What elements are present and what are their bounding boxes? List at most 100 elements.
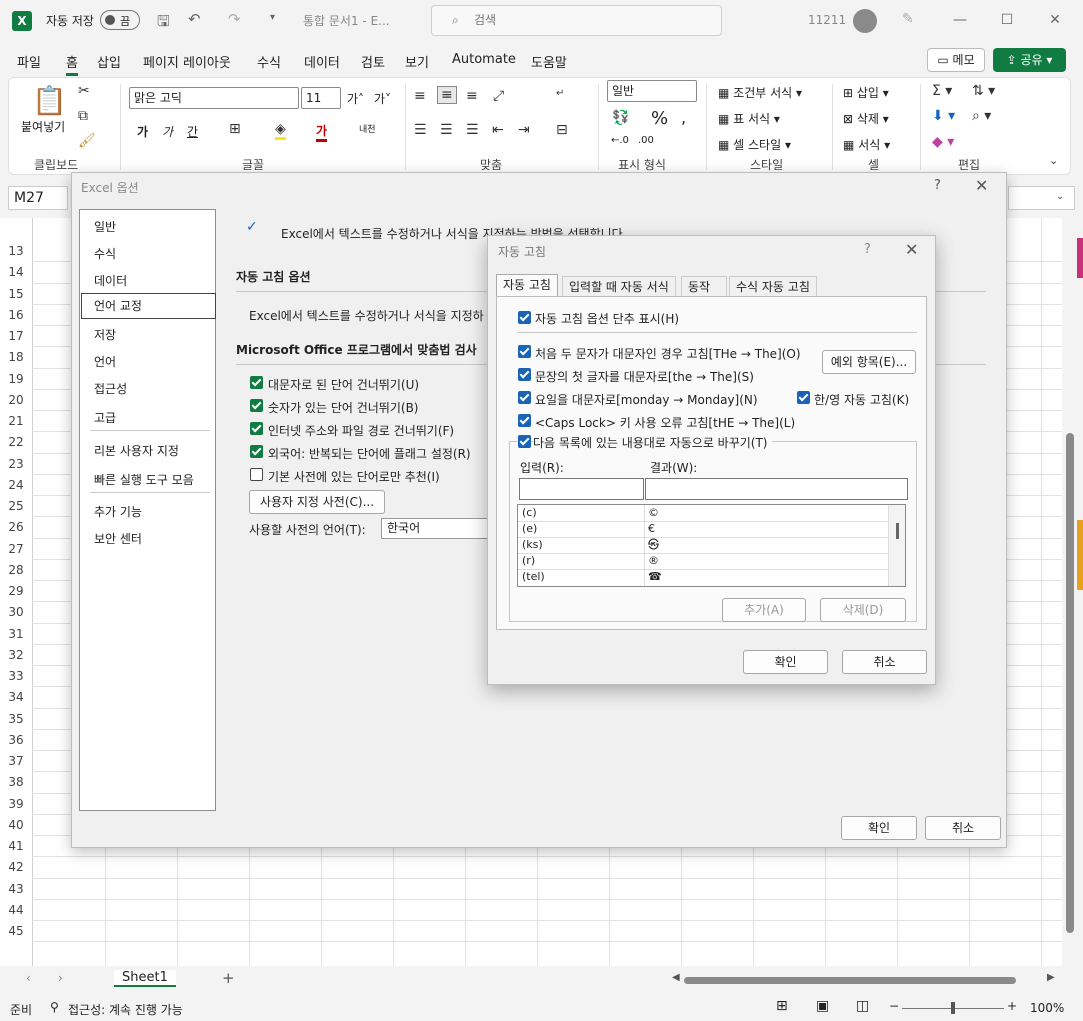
save-icon[interactable]: 🖫	[157, 11, 170, 36]
format-cells-button[interactable]: ▦ 서식 ▾	[843, 136, 890, 153]
insert-cells-button[interactable]: ⊞ 삽입 ▾	[843, 84, 889, 101]
bold-icon[interactable]: 가	[137, 123, 148, 140]
autosave-control[interactable]: 자동 저장 끔	[46, 10, 140, 30]
align-middle-icon[interactable]: ≡	[437, 86, 457, 104]
row-header[interactable]: 45	[0, 924, 32, 938]
search-box[interactable]: ⌕ 검색	[431, 5, 722, 36]
copy-icon[interactable]: ⧉	[78, 108, 88, 124]
list-item[interactable]: (c) ©	[518, 505, 888, 521]
menu-automate[interactable]: Automate	[452, 52, 516, 67]
fill-icon[interactable]: ⬇ ▾	[932, 108, 955, 124]
label-two-initial-caps[interactable]: 처음 두 문자가 대문자인 경우 고침[THe → The](O)	[535, 345, 801, 362]
row-header[interactable]: 27	[0, 542, 32, 556]
label-ignore-uppercase[interactable]: 대문자로 된 단어 건너뛰기(U)	[268, 376, 419, 393]
normal-view-icon[interactable]: ⊞	[776, 998, 788, 1014]
align-top-icon[interactable]: ≡	[414, 88, 426, 104]
memo-button[interactable]: ▭ 메모	[927, 48, 985, 72]
checkbox-hanyoung[interactable]	[797, 391, 810, 404]
nav-formulas[interactable]: 수식	[94, 245, 116, 262]
row-header[interactable]: 35	[0, 712, 32, 726]
row-header[interactable]: 40	[0, 818, 32, 832]
row-header[interactable]: 13	[0, 244, 32, 258]
list-item[interactable]: (e) €	[518, 521, 888, 537]
decrease-font-icon[interactable]: 가˅	[374, 90, 391, 107]
menu-review[interactable]: 검토	[361, 52, 385, 71]
zoom-in-icon[interactable]: +	[1007, 999, 1017, 1013]
font-name-select[interactable]: 맑은 고딕	[129, 87, 299, 109]
list-scroll-thumb[interactable]	[896, 523, 899, 539]
nav-customize-ribbon[interactable]: 리본 사용자 지정	[94, 442, 179, 459]
format-painter-icon[interactable]: 🖌	[78, 133, 96, 149]
exceptions-button[interactable]: 예외 항목(E)...	[822, 350, 916, 374]
row-header[interactable]: 38	[0, 775, 32, 789]
find-icon[interactable]: ⌕ ▾	[972, 108, 991, 124]
expand-formula-icon[interactable]: ⌄	[1056, 191, 1064, 202]
nav-language[interactable]: 언어	[94, 353, 116, 370]
options-help-icon[interactable]: ?	[934, 178, 941, 193]
menu-data[interactable]: 데이터	[304, 52, 340, 71]
align-left-icon[interactable]: ☰	[414, 122, 427, 138]
menu-formulas[interactable]: 수식	[257, 52, 281, 71]
label-ignore-numbers[interactable]: 숫자가 있는 단어 건너뛰기(B)	[268, 399, 418, 416]
row-header[interactable]: 26	[0, 520, 32, 534]
row-header[interactable]: 15	[0, 287, 32, 301]
checkbox-capitalize-sentences[interactable]	[518, 368, 531, 381]
align-right-icon[interactable]: ☰	[466, 122, 479, 138]
add-entry-button[interactable]: 추가(A)	[722, 598, 806, 622]
row-header[interactable]: 18	[0, 350, 32, 364]
tab-actions[interactable]: 동작	[681, 276, 727, 297]
decrease-decimal-icon[interactable]: .00	[638, 135, 654, 146]
label-hanyoung[interactable]: 한/영 자동 고침(K)	[814, 391, 909, 408]
conditional-format-button[interactable]: ▦ 조건부 서식 ▾	[718, 84, 802, 101]
checkbox-flag-repeated[interactable]	[250, 445, 263, 458]
row-header[interactable]: 24	[0, 478, 32, 492]
customize-qat-icon[interactable]: ▾	[270, 12, 275, 23]
checkbox-replace-text[interactable]	[518, 435, 531, 448]
fill-color-icon[interactable]: ◈	[275, 121, 286, 140]
accessibility-icon[interactable]: ⚲	[50, 1000, 59, 1014]
zoom-slider-thumb[interactable]	[951, 1002, 955, 1014]
menu-page-layout[interactable]: 페이지 레이아웃	[143, 52, 231, 71]
delete-cells-button[interactable]: ⊠ 삭제 ▾	[843, 110, 889, 127]
list-item[interactable]: (r) ®	[518, 553, 888, 569]
row-header[interactable]: 19	[0, 372, 32, 386]
row-header[interactable]: 20	[0, 393, 32, 407]
zoom-out-icon[interactable]: −	[889, 999, 899, 1013]
scroll-left-icon[interactable]: ◀	[672, 972, 680, 983]
row-header[interactable]: 43	[0, 882, 32, 896]
accounting-format-icon[interactable]: 💱	[612, 110, 629, 126]
zoom-level[interactable]: 100%	[1030, 1001, 1064, 1015]
nav-general[interactable]: 일반	[94, 218, 116, 235]
checkbox-main-dict-only[interactable]	[250, 468, 263, 481]
formula-bar[interactable]	[1008, 186, 1075, 210]
undo-icon[interactable]: ↶	[188, 10, 201, 28]
list-item[interactable]: (tel) ☎	[518, 569, 888, 585]
horizontal-scroll-thumb[interactable]	[684, 977, 1016, 984]
decrease-indent-icon[interactable]: ⇤	[492, 122, 504, 138]
underline-icon[interactable]: 간	[187, 123, 198, 140]
autocorrect-list[interactable]: (c) © (e) € (ks) ㉿ (r) ® (tel) ☎	[517, 504, 906, 587]
label-caps-lock[interactable]: <Caps Lock> 키 사용 오류 고침[tHE → The](L)	[535, 414, 795, 431]
options-close-icon[interactable]: ✕	[975, 176, 988, 195]
custom-dictionaries-button[interactable]: 사용자 지정 사전(C)...	[249, 490, 385, 514]
tab-autoformat-as-you-type[interactable]: 입력할 때 자동 서식	[562, 276, 676, 297]
row-header[interactable]: 44	[0, 903, 32, 917]
nav-advanced[interactable]: 고급	[94, 409, 116, 426]
paste-label[interactable]: 붙여넣기	[21, 118, 65, 135]
autocorrect-cancel-button[interactable]: 취소	[842, 650, 927, 674]
row-header[interactable]: 30	[0, 605, 32, 619]
accessibility-status[interactable]: 접근성: 계속 진행 가능	[68, 1001, 183, 1018]
row-header[interactable]: 14	[0, 265, 32, 279]
autosave-toggle[interactable]: 끔	[99, 10, 140, 30]
paste-icon[interactable]: 📋	[32, 84, 67, 117]
row-header[interactable]: 36	[0, 733, 32, 747]
label-capitalize-sentences[interactable]: 문장의 첫 글자를 대문자로[the → The](S)	[535, 368, 754, 385]
dictionary-language-select[interactable]: 한국어	[381, 518, 491, 539]
checkbox-two-initial-caps[interactable]	[518, 345, 531, 358]
collapse-ribbon-icon[interactable]: ⌄	[1049, 154, 1058, 167]
checkbox-ignore-urls[interactable]	[250, 422, 263, 435]
menu-help[interactable]: 도움말	[531, 52, 567, 71]
comma-icon[interactable]: ,	[681, 108, 686, 127]
percent-icon[interactable]: %	[651, 108, 668, 129]
designer-icon[interactable]: ✎	[902, 11, 914, 27]
